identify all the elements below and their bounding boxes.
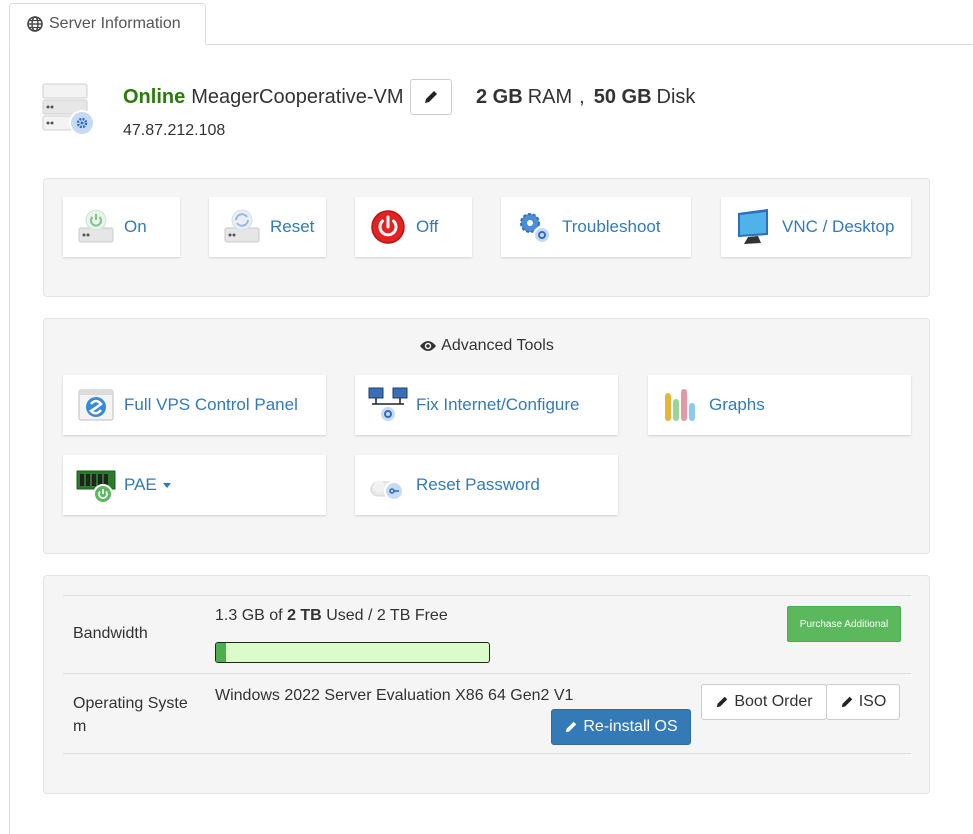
disk-value: 50 GB bbox=[593, 85, 652, 108]
boot-order-label: Boot Order bbox=[734, 693, 813, 710]
full-vps-control-panel-button[interactable]: Full VPS Control Panel bbox=[63, 375, 326, 435]
table-divider bbox=[63, 595, 911, 596]
network-icon bbox=[368, 385, 408, 425]
power-on-label: On bbox=[124, 217, 147, 236]
table-divider bbox=[63, 673, 911, 674]
vnc-desktop-label: VNC / Desktop bbox=[782, 217, 895, 236]
control-panel-icon bbox=[76, 385, 116, 425]
full-vps-control-panel-label: Full VPS Control Panel bbox=[124, 395, 298, 414]
reset-label: Reset bbox=[270, 217, 315, 236]
power-on-server-icon bbox=[76, 207, 116, 247]
reset-password-button[interactable]: Reset Password bbox=[355, 455, 618, 515]
troubleshoot-button[interactable]: Troubleshoot bbox=[501, 197, 691, 257]
ram-unit: RAM bbox=[527, 85, 573, 108]
reset-server-icon bbox=[222, 207, 262, 247]
server-status-line: Online MeagerCooperative-VM bbox=[123, 79, 452, 115]
power-actions-well: On Reset Off Troubleshoot VNC / Desktop bbox=[43, 178, 930, 297]
chevron-down-icon bbox=[162, 482, 171, 488]
edit-name-button[interactable] bbox=[409, 79, 452, 115]
tab-label: Server Information bbox=[49, 15, 181, 32]
os-label: Operating System bbox=[73, 695, 188, 735]
bandwidth-used: 1.3 GB bbox=[215, 607, 265, 624]
bandwidth-suffix: Used / 2 TB Free bbox=[326, 607, 448, 624]
monitor-icon bbox=[734, 207, 774, 247]
globe-icon bbox=[27, 16, 43, 32]
power-on-button[interactable]: On bbox=[63, 197, 180, 257]
bandwidth-progress-bar bbox=[215, 642, 490, 663]
pencil-icon bbox=[717, 696, 728, 708]
advanced-tools-label: Advanced Tools bbox=[441, 337, 554, 354]
bar-graph-icon bbox=[661, 385, 701, 425]
bandwidth-progress-fill bbox=[216, 643, 226, 662]
advanced-tools-well: Advanced Tools Full VPS Control Panel Fi… bbox=[43, 318, 930, 554]
troubleshoot-label: Troubleshoot bbox=[562, 217, 661, 236]
pencil-icon bbox=[424, 91, 437, 103]
status-online: Online bbox=[123, 85, 186, 108]
reset-password-label: Reset Password bbox=[416, 475, 540, 494]
table-divider bbox=[63, 753, 911, 754]
vnc-desktop-button[interactable]: VNC / Desktop bbox=[721, 197, 911, 257]
troubleshoot-gears-icon bbox=[514, 207, 554, 247]
reinstall-os-label: Re-install OS bbox=[583, 718, 678, 735]
reinstall-os-button[interactable]: Re-install OS bbox=[551, 709, 691, 745]
eye-icon bbox=[420, 341, 437, 351]
pae-label: PAE bbox=[124, 475, 157, 494]
purchase-additional-button[interactable]: Purchase Additional bbox=[787, 606, 901, 642]
pencil-icon bbox=[841, 696, 852, 708]
specs-separator: , bbox=[579, 85, 585, 108]
memory-chip-icon bbox=[76, 465, 116, 505]
server-name: MeagerCooperative-VM bbox=[191, 85, 404, 108]
usage-well: Bandwidth 1.3 GB of 2 TB Used / 2 TB Fre… bbox=[43, 575, 930, 794]
pae-dropdown-button[interactable]: PAE bbox=[63, 455, 326, 515]
server-specs: 2 GB RAM , 50 GB Disk bbox=[476, 84, 695, 110]
bandwidth-total: 2 TB bbox=[287, 607, 322, 624]
graphs-button[interactable]: Graphs bbox=[648, 375, 911, 435]
server-ip: 47.87.212.108 bbox=[123, 122, 226, 139]
fix-internet-configure-button[interactable]: Fix Internet/Configure bbox=[355, 375, 618, 435]
boot-order-button[interactable]: Boot Order bbox=[701, 684, 827, 720]
ram-value: 2 GB bbox=[476, 85, 523, 108]
reset-button[interactable]: Reset bbox=[209, 197, 326, 257]
iso-label: ISO bbox=[858, 693, 887, 710]
os-value: Windows 2022 Server Evaluation X86 64 Ge… bbox=[215, 687, 574, 704]
disk-unit: Disk bbox=[656, 85, 696, 108]
graphs-label: Graphs bbox=[709, 395, 765, 414]
fix-internet-configure-label: Fix Internet/Configure bbox=[416, 395, 580, 414]
pencil-icon bbox=[566, 721, 577, 733]
advanced-tools-title: Advanced Tools bbox=[44, 337, 929, 355]
server-status-icon bbox=[42, 83, 95, 136]
tab-server-information[interactable]: Server Information bbox=[9, 3, 206, 45]
bandwidth-label: Bandwidth bbox=[73, 625, 148, 642]
iso-button[interactable]: ISO bbox=[826, 684, 900, 720]
power-off-label: Off bbox=[416, 217, 439, 236]
power-off-icon bbox=[368, 207, 408, 247]
bandwidth-of: of bbox=[269, 607, 283, 624]
bandwidth-usage-text: 1.3 GB of 2 TB Used / 2 TB Free bbox=[215, 607, 448, 625]
power-off-button[interactable]: Off bbox=[355, 197, 472, 257]
key-reset-icon bbox=[368, 465, 408, 505]
